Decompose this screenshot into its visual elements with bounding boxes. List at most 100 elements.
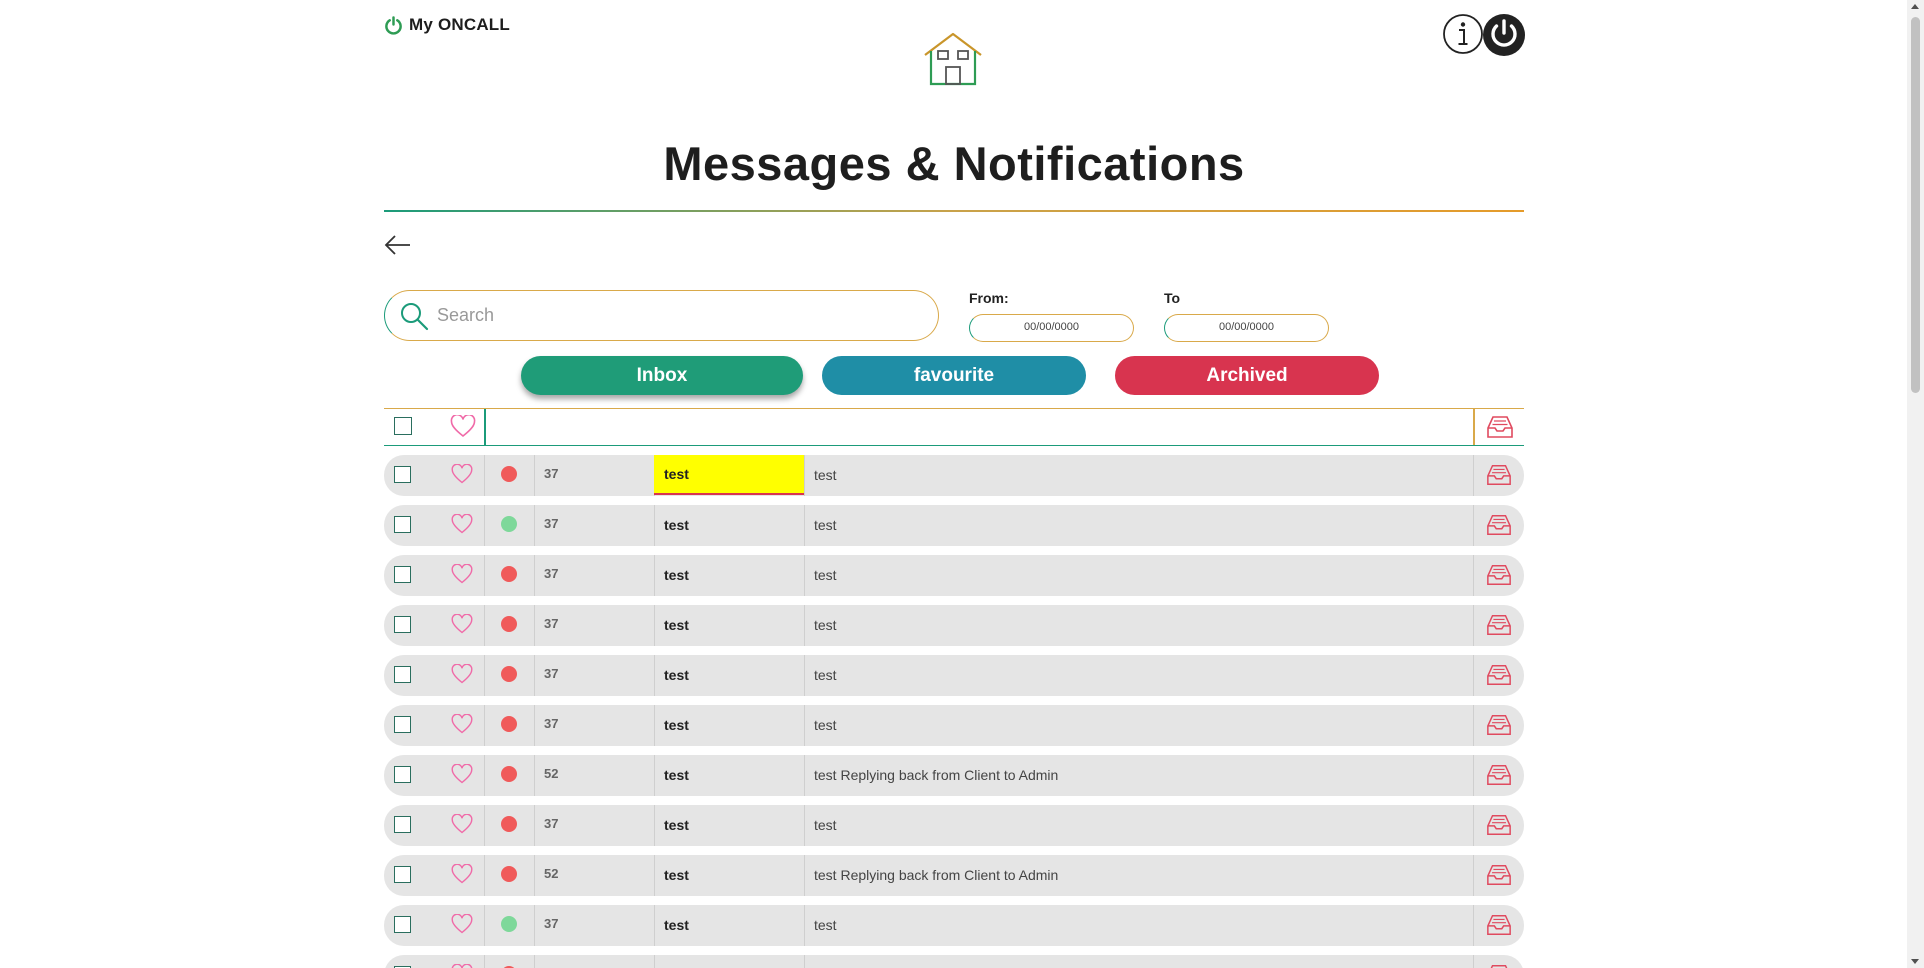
heart-icon[interactable] — [451, 914, 473, 934]
select-all-checkbox[interactable] — [394, 417, 412, 435]
header-divider — [484, 409, 486, 445]
row-checkbox[interactable] — [394, 666, 411, 683]
message-id: 52 — [544, 866, 559, 881]
table-row[interactable]: 52testtest Replying back from Client to … — [384, 755, 1524, 796]
scroll-up-arrow[interactable] — [1911, 4, 1919, 9]
row-checkbox[interactable] — [394, 816, 411, 833]
heart-icon[interactable] — [451, 614, 473, 634]
message-id: 37 — [544, 516, 559, 531]
table-row[interactable]: 37 test test — [384, 805, 1524, 846]
column-divider — [804, 605, 805, 646]
heart-icon[interactable] — [451, 564, 473, 584]
table-row[interactable]: 37 test test — [384, 605, 1524, 646]
column-divider — [534, 605, 535, 646]
heart-icon[interactable] — [451, 864, 473, 884]
column-divider — [1473, 805, 1474, 846]
inbox-tray-icon[interactable] — [1486, 963, 1512, 968]
tab-favourite[interactable]: favourite — [822, 356, 1086, 395]
table-row[interactable]: 52testtest Replying back from Client to … — [384, 855, 1524, 896]
power-icon-green — [385, 15, 402, 35]
column-divider — [804, 505, 805, 546]
tab-inbox[interactable]: Inbox — [521, 356, 803, 395]
date-from-field[interactable]: 00/00/0000 — [969, 314, 1134, 342]
table-row[interactable]: 37 test test — [384, 555, 1524, 596]
home-icon[interactable] — [921, 31, 985, 87]
logout-power-icon[interactable] — [1482, 13, 1526, 57]
status-dot — [501, 916, 517, 932]
row-checkbox[interactable] — [394, 766, 411, 783]
header-divider — [1473, 409, 1475, 445]
status-dot — [501, 616, 517, 632]
arrow-left-icon[interactable] — [384, 234, 412, 256]
message-id: 37 — [544, 566, 559, 581]
heart-icon[interactable] — [451, 664, 473, 684]
table-row[interactable]: 37 test test — [384, 455, 1524, 496]
message-text: test — [814, 467, 837, 483]
message-sender: test — [664, 917, 689, 933]
heart-icon[interactable] — [451, 764, 473, 784]
inbox-tray-icon[interactable] — [1486, 813, 1512, 837]
heart-icon[interactable] — [451, 964, 473, 968]
row-checkbox[interactable] — [394, 716, 411, 733]
inbox-tray-icon[interactable] — [1486, 663, 1512, 687]
search-input[interactable] — [437, 305, 917, 326]
message-sender: test — [664, 867, 689, 883]
column-divider — [534, 805, 535, 846]
inbox-tray-icon[interactable] — [1486, 913, 1512, 937]
scroll-thumb[interactable] — [1911, 17, 1920, 393]
inbox-tray-icon[interactable] — [1486, 415, 1514, 439]
scrollbar[interactable] — [1907, 0, 1924, 968]
message-sender: test — [654, 455, 804, 495]
brand-logo[interactable]: My ONCALL — [384, 15, 510, 35]
inbox-tray-icon[interactable] — [1486, 513, 1512, 537]
message-id: 37 — [544, 716, 559, 731]
column-divider — [534, 555, 535, 596]
inbox-tray-icon[interactable] — [1486, 463, 1512, 487]
column-divider — [1473, 505, 1474, 546]
heart-icon[interactable] — [451, 464, 473, 484]
message-id: 37 — [544, 666, 559, 681]
column-divider — [534, 955, 535, 968]
date-from-group: From: 00/00/0000 — [969, 290, 1134, 342]
message-sender: test — [664, 517, 689, 533]
heart-icon[interactable] — [451, 814, 473, 834]
row-checkbox[interactable] — [394, 866, 411, 883]
message-text: test — [814, 517, 837, 533]
list-header — [384, 408, 1524, 446]
message-id: 37 — [544, 466, 559, 481]
column-divider — [1473, 955, 1474, 968]
table-row[interactable]: 37 test test — [384, 655, 1524, 696]
table-row[interactable]: 37 test test — [384, 905, 1524, 946]
column-divider — [1473, 555, 1474, 596]
column-divider — [484, 705, 485, 746]
table-row[interactable]: 37 test test — [384, 505, 1524, 546]
row-checkbox[interactable] — [394, 516, 411, 533]
tab-archived[interactable]: Archived — [1115, 356, 1379, 395]
table-row[interactable]: 52testtest Replying back from Client to … — [384, 955, 1524, 968]
inbox-tray-icon[interactable] — [1486, 863, 1512, 887]
scroll-down-arrow[interactable] — [1911, 959, 1919, 964]
column-divider — [804, 905, 805, 946]
info-icon[interactable] — [1442, 13, 1484, 55]
message-text: test Replying back from Client to Admin — [814, 955, 1058, 968]
status-dot — [501, 716, 517, 732]
row-checkbox[interactable] — [394, 616, 411, 633]
inbox-tray-icon[interactable] — [1486, 763, 1512, 787]
row-checkbox[interactable] — [394, 566, 411, 583]
inbox-tray-icon[interactable] — [1486, 613, 1512, 637]
column-divider — [534, 705, 535, 746]
heart-icon[interactable] — [451, 514, 473, 534]
message-sender: test — [654, 955, 804, 968]
search-bar[interactable] — [384, 290, 939, 341]
message-id: 37 — [544, 916, 559, 931]
heart-icon[interactable] — [450, 415, 476, 438]
column-divider — [534, 855, 535, 896]
heart-icon[interactable] — [451, 714, 473, 734]
status-dot — [501, 766, 517, 782]
table-row[interactable]: 37 test test — [384, 705, 1524, 746]
row-checkbox[interactable] — [394, 916, 411, 933]
inbox-tray-icon[interactable] — [1486, 713, 1512, 737]
date-to-field[interactable]: 00/00/0000 — [1164, 314, 1329, 342]
row-checkbox[interactable] — [394, 466, 411, 483]
inbox-tray-icon[interactable] — [1486, 563, 1512, 587]
